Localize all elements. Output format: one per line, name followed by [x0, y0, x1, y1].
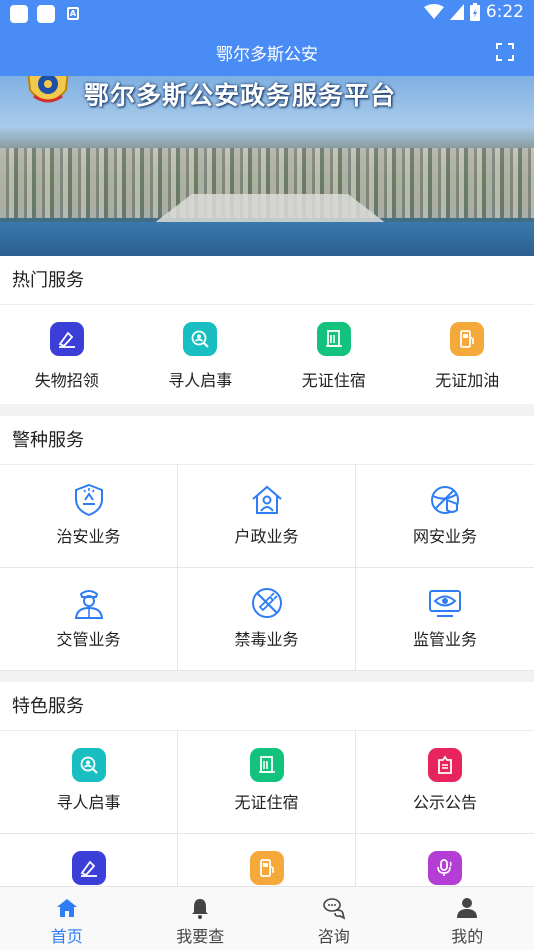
section-title: 特色服务: [0, 682, 534, 731]
police-item-label: 监管业务: [412, 630, 477, 649]
police-item-cyber-security[interactable]: 网安业务: [356, 465, 534, 568]
police-item-traffic[interactable]: 交管业务: [0, 568, 178, 671]
net-security-icon: [431, 486, 459, 514]
section-title: 热门服务: [0, 256, 534, 305]
document-icon: [316, 322, 351, 356]
document-icon: [249, 748, 284, 782]
notice-icon: [428, 748, 462, 782]
police-services-section: 警种服务 治安业务 户政业务 网安业务 交管业务 禁毒业务 监管业务: [0, 416, 534, 671]
traffic-officer-icon: [74, 590, 103, 619]
water-image: [0, 222, 534, 256]
fuel-icon: [249, 851, 284, 885]
special-item-label: 公示公告: [412, 793, 477, 812]
page-title: 鄂尔多斯公安: [216, 45, 318, 65]
police-item-label: 网安业务: [412, 527, 477, 546]
section-title: 警种服务: [0, 416, 534, 465]
nav-consult[interactable]: 咨询: [267, 887, 401, 950]
bell-icon: [192, 899, 209, 919]
nav-mine[interactable]: 我的: [401, 887, 534, 950]
hot-item-unlicensed-lodging[interactable]: 无证住宿: [267, 305, 401, 403]
signal-icon: [449, 4, 464, 20]
lost-found-icon: [49, 322, 84, 356]
hot-services-section: 热门服务 失物招领 寻人启事 无证住宿 无证加油: [0, 256, 534, 404]
person-search-icon: [183, 322, 218, 356]
banner-heading: 鄂尔多斯公安政务服务平台: [84, 81, 397, 110]
hot-item-lost-found[interactable]: 失物招领: [0, 305, 134, 403]
bottom-nav: 首页 我要查 咨询 我的: [0, 886, 534, 950]
hot-item-label: 无证加油: [435, 371, 500, 390]
chat-icon: [322, 898, 345, 920]
special-services-section: 特色服务 寻人启事 无证住宿 公示公告: [0, 682, 534, 886]
clock: 6:22: [485, 2, 524, 22]
police-emblem-icon: [27, 76, 69, 103]
special-item-unlicensed-lodging[interactable]: 无证住宿: [178, 731, 356, 834]
police-item-label: 禁毒业务: [234, 630, 299, 649]
top-bar: A 6:22 鄂尔多斯公安: [0, 0, 534, 76]
nav-label: 我的: [451, 927, 484, 946]
person-search-icon: [71, 748, 106, 782]
police-item-label: 户政业务: [234, 527, 299, 546]
hot-item-label: 无证住宿: [301, 371, 366, 390]
special-item-fuel[interactable]: [178, 834, 356, 886]
police-item-label: 治安业务: [56, 527, 121, 546]
nav-home[interactable]: 首页: [0, 887, 134, 950]
hot-item-label: 失物招领: [34, 371, 99, 390]
nav-label: 我要查: [176, 927, 225, 946]
a-icon: A: [67, 7, 79, 20]
hot-item-person-search[interactable]: 寻人启事: [134, 305, 268, 403]
shield-icon: [74, 483, 103, 517]
voice-icon: [428, 851, 462, 885]
home-icon: [56, 899, 77, 917]
nav-query[interactable]: 我要查: [134, 887, 268, 950]
notification-icon: [37, 5, 55, 23]
nav-label: 首页: [50, 927, 83, 946]
wifi-icon: [423, 4, 444, 19]
monitor-eye-icon: [429, 590, 461, 617]
nav-label: 咨询: [317, 927, 350, 946]
house-person-icon: [251, 485, 282, 514]
special-item-label: 寻人启事: [56, 793, 121, 812]
hot-item-unlicensed-fuel[interactable]: 无证加油: [401, 305, 534, 403]
user-icon: [457, 898, 478, 918]
battery-icon: [469, 3, 480, 21]
special-item-voice[interactable]: [356, 834, 534, 886]
police-item-household[interactable]: 户政业务: [178, 465, 356, 568]
police-item-public-security[interactable]: 治安业务: [0, 465, 178, 568]
status-bar: A 6:22: [0, 0, 534, 28]
police-item-anti-drug[interactable]: 禁毒业务: [178, 568, 356, 671]
lost-found-icon: [71, 851, 106, 885]
notification-icon: [10, 5, 28, 23]
fullscreen-icon[interactable]: [496, 43, 514, 61]
police-item-label: 交管业务: [56, 630, 121, 649]
banner: 鄂尔多斯公安政务服务平台: [0, 76, 534, 256]
no-drugs-icon: [251, 588, 282, 618]
police-item-supervision[interactable]: 监管业务: [356, 568, 534, 671]
special-item-notice[interactable]: 公示公告: [356, 731, 534, 834]
special-item-person-search[interactable]: 寻人启事: [0, 731, 178, 834]
fuel-icon: [450, 322, 485, 356]
special-item-label: 无证住宿: [234, 793, 299, 812]
special-item-lost-found[interactable]: [0, 834, 178, 886]
hot-item-label: 寻人启事: [168, 371, 233, 390]
